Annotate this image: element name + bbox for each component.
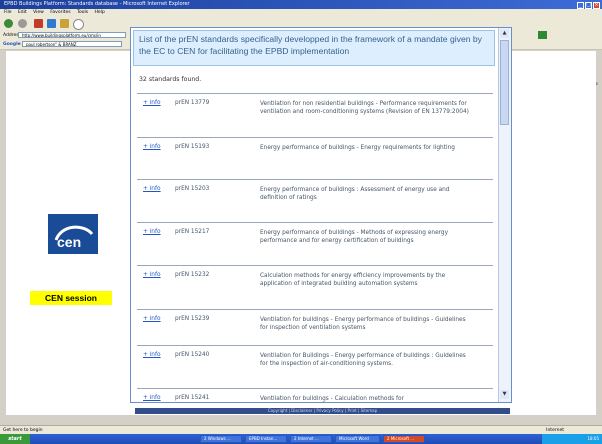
standard-code: prEN 15217: [175, 229, 210, 235]
window-titlebar: EPBD Buildings Platform: Standards datab…: [0, 0, 602, 9]
standard-description: Ventilation for buildings - Calculation …: [260, 396, 404, 402]
standard-description: Energy performance of buildings : Assess…: [260, 187, 450, 202]
taskbar-app[interactable]: Microsoft Word: [335, 435, 380, 443]
standard-description: Ventilation for Buildings - Energy perfo…: [260, 353, 466, 368]
standard-description: Ventilation for non residential building…: [260, 101, 469, 116]
standard-code: prEN 15241: [175, 395, 210, 401]
clock: 18:05: [587, 436, 599, 441]
info-link[interactable]: + info: [143, 229, 161, 235]
scroll-thumb[interactable]: [500, 40, 509, 125]
minimize-button[interactable]: _: [577, 2, 584, 9]
info-link[interactable]: + info: [143, 316, 161, 322]
standard-code: prEN 13779: [175, 100, 210, 106]
svg-text:cen: cen: [57, 234, 81, 250]
taskbar: start 2 Windows ... EPBD Instan... 2 Int…: [0, 434, 602, 444]
menu-tools[interactable]: Tools: [77, 10, 88, 15]
maximize-button[interactable]: □: [585, 2, 592, 9]
table-row: + info prEN 15241 Ventilation for buildi…: [137, 388, 493, 402]
menu-help[interactable]: Help: [95, 10, 105, 15]
search-icon[interactable]: [73, 19, 84, 30]
vertical-scrollbar[interactable]: ▲ ▼: [498, 28, 511, 402]
standard-code: prEN 15239: [175, 316, 210, 322]
taskbar-app[interactable]: 2 Microsoft ...: [383, 435, 425, 443]
info-link[interactable]: + info: [143, 272, 161, 278]
page-footer[interactable]: Copyright | Disclaimer | Privacy Policy …: [135, 408, 510, 414]
menu-file[interactable]: File: [4, 10, 12, 15]
standard-description: Calculation methods for energy efficienc…: [260, 273, 446, 288]
google-search-input[interactable]: paul robertson" & BRANZ: [22, 41, 122, 47]
window-controls: _ □ ×: [576, 1, 600, 9]
taskbar-app[interactable]: 2 Windows ...: [200, 435, 242, 443]
standard-description: Ventilation for buildings - Energy perfo…: [260, 317, 466, 332]
stop-icon[interactable]: [34, 19, 43, 28]
info-link[interactable]: + info: [143, 352, 161, 358]
google-logo: Google: [3, 42, 21, 47]
menu-favorites[interactable]: Favorites: [50, 10, 70, 15]
standard-code: prEN 15240: [175, 352, 210, 358]
table-row: + info prEN 13779 Ventilation for non re…: [137, 93, 493, 138]
standard-code: prEN 15232: [175, 272, 210, 278]
info-link[interactable]: + info: [143, 144, 161, 150]
info-link[interactable]: + info: [143, 395, 161, 401]
start-button[interactable]: start: [0, 434, 30, 444]
table-row: + info prEN 15217 Energy performance of …: [137, 222, 493, 267]
info-link[interactable]: + info: [143, 186, 161, 192]
back-icon[interactable]: [4, 19, 13, 28]
cen-logo: cen: [48, 214, 98, 254]
popup-title: List of the prEN standards specifically …: [133, 30, 495, 66]
standard-code: prEN 15193: [175, 144, 210, 150]
scroll-down-icon[interactable]: ▼: [500, 390, 509, 399]
taskbar-app[interactable]: EPBD Instan...: [245, 435, 287, 443]
session-label: CEN session: [30, 291, 112, 305]
system-tray: 18:05: [542, 434, 602, 444]
info-link[interactable]: + info: [143, 100, 161, 106]
close-button[interactable]: ×: [593, 2, 600, 9]
table-row: + info prEN 15193 Energy performance of …: [137, 137, 493, 182]
scroll-up-icon[interactable]: ▲: [500, 29, 509, 38]
window-title: EPBD Buildings Platform: Standards datab…: [4, 1, 190, 7]
table-row: + info prEN 15203 Energy performance of …: [137, 179, 493, 224]
refresh-icon[interactable]: [47, 19, 56, 28]
standard-code: prEN 15203: [175, 186, 210, 192]
go-icon[interactable]: [538, 31, 547, 39]
forward-icon[interactable]: [18, 19, 27, 28]
address-input[interactable]: http://www.buildingsplatform.eu/cms/in: [18, 32, 126, 38]
menu-view[interactable]: View: [33, 10, 44, 15]
table-row: + info prEN 15232 Calculation methods fo…: [137, 265, 493, 310]
standard-description: Energy performance of buildings - Method…: [260, 230, 449, 245]
standards-popup: List of the prEN standards specifically …: [130, 27, 512, 403]
result-count: 32 standards found.: [139, 76, 202, 83]
menu-edit[interactable]: Edit: [18, 10, 27, 15]
home-icon[interactable]: [60, 19, 69, 28]
taskbar-app[interactable]: 2 Internet ...: [290, 435, 332, 443]
table-row: + info prEN 15240 Ventilation for Buildi…: [137, 345, 493, 390]
menu-bar: File Edit View Favorites Tools Help: [0, 9, 602, 17]
standard-description: Energy performance of buildings - Energy…: [260, 145, 455, 151]
